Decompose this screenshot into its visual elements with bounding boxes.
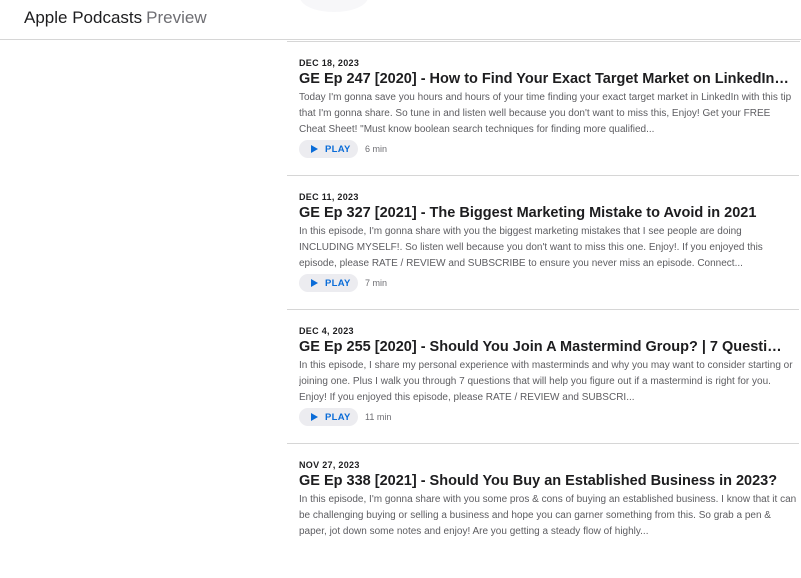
episode-description: In this episode, I'm gonna share with yo… <box>299 226 763 269</box>
episode-title[interactable]: GE Ep 255 [2020] - Should You Join A Mas… <box>299 339 789 355</box>
episode-item[interactable]: DEC 11, 2023 GE Ep 327 [2021] - The Bigg… <box>287 176 799 310</box>
site-header: Apple Podcasts Preview <box>0 0 801 40</box>
play-label: PLAY <box>325 411 351 423</box>
episode-description: Today I'm gonna save you hours and hours… <box>299 92 792 135</box>
episode-title[interactable]: GE Ep 338 [2021] - Should You Buy an Est… <box>299 473 789 489</box>
episode-date: NOV 27, 2023 <box>299 460 360 470</box>
apple-podcasts-logo[interactable]: Apple Podcasts Preview <box>24 8 207 28</box>
brand-name: Apple Podcasts <box>24 8 143 27</box>
play-label: PLAY <box>325 277 351 289</box>
episode-description: In this episode, I'm gonna share with yo… <box>299 494 797 537</box>
episode-duration: 7 min <box>365 278 388 288</box>
episode-duration: 6 min <box>365 144 388 154</box>
podcast-artwork <box>300 0 368 12</box>
play-button[interactable]: PLAY <box>299 140 358 158</box>
play-icon <box>311 145 318 153</box>
episode-title[interactable]: GE Ep 247 [2020] - How to Find Your Exac… <box>299 71 789 87</box>
play-icon <box>311 413 318 421</box>
episode-item[interactable]: DEC 18, 2023 GE Ep 247 [2020] - How to F… <box>287 42 799 176</box>
episode-duration: 11 min <box>365 412 392 422</box>
play-button[interactable]: PLAY <box>299 408 358 426</box>
episode-item[interactable]: NOV 27, 2023 GE Ep 338 [2021] - Should Y… <box>287 444 799 578</box>
episode-item[interactable]: DEC 4, 2023 GE Ep 255 [2020] - Should Yo… <box>287 310 799 444</box>
episode-description: In this episode, I share my personal exp… <box>299 360 793 403</box>
episode-list: DEC 18, 2023 GE Ep 247 [2020] - How to F… <box>287 42 799 578</box>
episode-date: DEC 18, 2023 <box>299 58 360 68</box>
episode-title[interactable]: GE Ep 327 [2021] - The Biggest Marketing… <box>299 205 789 221</box>
play-icon <box>311 279 318 287</box>
play-button[interactable]: PLAY <box>299 274 358 292</box>
episode-date: DEC 11, 2023 <box>299 192 359 202</box>
play-label: PLAY <box>325 143 351 155</box>
preview-label: Preview <box>146 8 207 27</box>
episode-date: DEC 4, 2023 <box>299 326 354 336</box>
